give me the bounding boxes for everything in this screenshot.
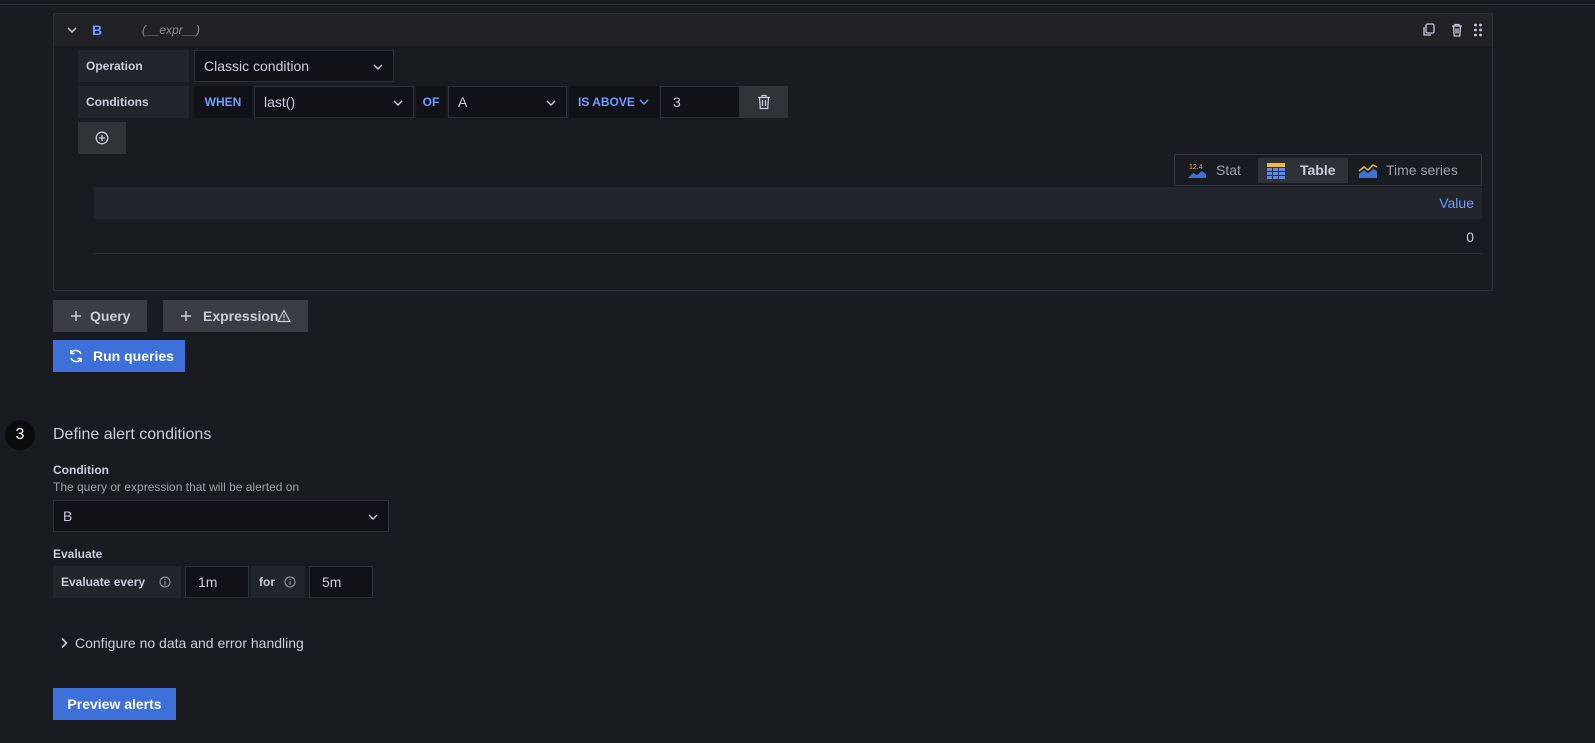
evaluate-label: Evaluate: [53, 547, 103, 561]
table-header: Value: [94, 187, 1482, 219]
plus-icon: [181, 311, 191, 321]
tab-stat[interactable]: 12.4 Stat: [1178, 158, 1258, 183]
for-label: for: [251, 566, 305, 598]
table-cell-value: 0: [1466, 229, 1474, 245]
remove-condition-button[interactable]: [740, 86, 788, 118]
chevron-down-icon: [373, 64, 383, 70]
tab-time-series-label: Time series: [1386, 162, 1458, 178]
plus-icon: [71, 311, 81, 321]
for-input[interactable]: 5m: [309, 566, 373, 598]
delete-icon[interactable]: [1449, 22, 1465, 38]
tab-table[interactable]: Table: [1258, 158, 1348, 183]
table-icon: [1267, 163, 1285, 179]
when-keyword: WHEN: [194, 86, 252, 118]
run-queries-button[interactable]: Run queries: [53, 340, 185, 372]
info-icon[interactable]: [159, 576, 171, 588]
operation-select-value: Classic condition: [204, 58, 310, 74]
info-icon[interactable]: [284, 576, 296, 588]
visualization-tabs: 12.4 Stat Table Time series: [1174, 154, 1482, 186]
of-keyword: OF: [416, 86, 446, 118]
tab-stat-label: Stat: [1216, 162, 1241, 178]
operation-label: Operation: [78, 50, 189, 82]
add-query-button[interactable]: Query: [53, 300, 147, 332]
chevron-down-icon: [393, 100, 403, 106]
configure-no-data-label: Configure no data and error handling: [75, 635, 304, 651]
reducer-select[interactable]: last(): [254, 86, 414, 118]
condition-select-value: B: [63, 508, 73, 524]
condition-description: The query or expression that will be ale…: [53, 480, 300, 494]
evaluator-value: IS ABOVE: [578, 95, 635, 109]
evaluator-select[interactable]: IS ABOVE: [569, 86, 659, 118]
evaluate-every-text: Evaluate every: [61, 575, 146, 589]
time-series-icon: [1358, 164, 1378, 178]
for-text: for: [259, 575, 275, 589]
svg-text:12.4: 12.4: [1189, 164, 1203, 171]
chevron-down-icon: [546, 100, 556, 106]
column-header-value[interactable]: Value: [1439, 195, 1474, 211]
expression-header: B (__expr__): [54, 14, 1492, 46]
query-ref-select[interactable]: A: [448, 86, 567, 118]
reducer-select-value: last(): [264, 94, 296, 110]
evaluate-every-label: Evaluate every: [53, 566, 181, 598]
duplicate-icon[interactable]: [1421, 22, 1437, 38]
add-query-label: Query: [90, 308, 131, 324]
evaluate-every-input[interactable]: 1m: [185, 566, 249, 598]
add-expression-label: Expression: [203, 308, 279, 324]
condition-select[interactable]: B: [53, 500, 389, 532]
add-condition-button[interactable]: [78, 122, 126, 154]
tab-time-series[interactable]: Time series: [1350, 158, 1478, 183]
chevron-right-icon: [61, 637, 68, 649]
collapse-chevron-icon[interactable]: [66, 24, 78, 36]
run-queries-label: Run queries: [93, 348, 174, 364]
operation-select[interactable]: Classic condition: [194, 50, 394, 82]
top-divider: [0, 4, 1595, 5]
plus-circle-icon: [95, 131, 109, 145]
trash-icon: [758, 94, 770, 110]
preview-alerts-button[interactable]: Preview alerts: [53, 688, 176, 720]
conditions-label: Conditions: [78, 86, 189, 118]
table-row: 0: [94, 219, 1482, 254]
step-number-badge: 3: [5, 420, 35, 450]
tab-table-label: Table: [1300, 162, 1336, 178]
drag-handle-icon[interactable]: [1470, 22, 1486, 38]
add-expression-button[interactable]: Expression: [163, 300, 308, 332]
chevron-down-icon: [368, 514, 378, 520]
condition-label: Condition: [53, 463, 109, 477]
threshold-input[interactable]: 3: [660, 86, 740, 118]
stat-icon: 12.4: [1188, 164, 1206, 178]
query-type-label: (__expr__): [142, 23, 201, 37]
chevron-down-icon: [639, 99, 649, 105]
warning-icon: [277, 309, 291, 323]
section-title: Define alert conditions: [53, 426, 212, 443]
query-ref-value: A: [458, 94, 468, 110]
sync-icon: [70, 349, 82, 363]
query-name[interactable]: B: [92, 22, 102, 38]
result-table: Value 0: [94, 187, 1482, 255]
